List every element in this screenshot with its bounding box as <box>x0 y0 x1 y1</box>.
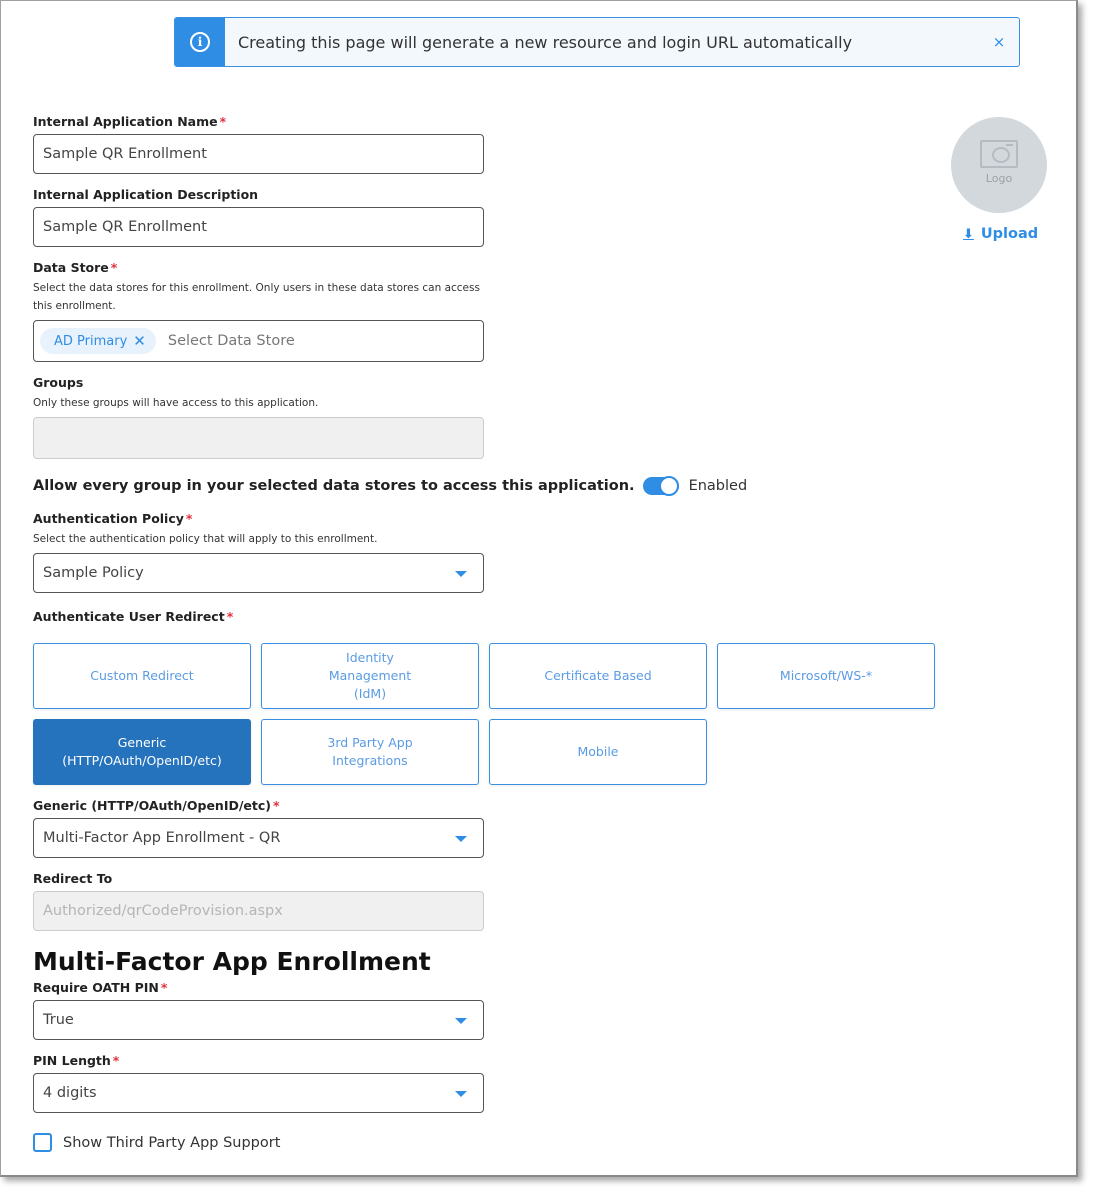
chip-label: AD Primary <box>54 333 128 349</box>
logo-text: Logo <box>985 171 1013 185</box>
auth-policy-label: Authentication Policy * <box>33 511 192 526</box>
redirect-label-text: Authenticate User Redirect <box>33 609 225 624</box>
toggle-state-label: Enabled <box>688 478 748 494</box>
app-name-label: Internal Application Name * <box>33 114 226 129</box>
redirect-option-certificate[interactable]: Certificate Based <box>489 643 707 709</box>
upload-label: Upload <box>980 226 1039 242</box>
required-marker: * <box>110 260 118 275</box>
redirect-to-value: Authorized/qrCodeProvision.aspx <box>43 903 283 919</box>
allow-all-groups-label: Allow every group in your selected data … <box>33 478 635 494</box>
logo-placeholder: Logo <box>951 117 1047 213</box>
auth-policy-value: Sample Policy <box>43 565 144 581</box>
chevron-down-icon <box>455 571 467 577</box>
groups-help: Only these groups will have access to th… <box>33 397 319 409</box>
required-marker: * <box>226 609 234 624</box>
redirect-option-mobile[interactable]: Mobile <box>489 719 707 785</box>
data-store-multiselect[interactable]: AD Primary ✕ Select Data Store <box>33 320 484 362</box>
redirect-to-label: Redirect To <box>33 871 113 886</box>
redirect-option-idm[interactable]: Identity Management (IdM) <box>261 643 479 709</box>
app-name-value: Sample QR Enrollment <box>43 146 207 162</box>
data-store-help: Select the data stores for this enrollme… <box>33 282 480 312</box>
required-marker: * <box>219 114 227 129</box>
info-icon-box: i <box>175 18 225 66</box>
allow-all-groups-toggle[interactable] <box>642 476 679 496</box>
require-pin-label: Require OATH PIN * <box>33 980 167 995</box>
redirect-to-input: Authorized/qrCodeProvision.aspx <box>33 891 484 931</box>
remove-chip-icon[interactable]: ✕ <box>133 332 146 350</box>
required-marker: * <box>185 511 193 526</box>
redirect-option-generic[interactable]: Generic (HTTP/OAuth/OpenID/etc) <box>33 719 251 785</box>
close-icon[interactable]: × <box>979 33 1019 51</box>
third-party-checkbox[interactable] <box>33 1133 52 1152</box>
camera-icon <box>980 139 1018 168</box>
groups-input <box>33 417 484 459</box>
app-name-input[interactable]: Sample QR Enrollment <box>33 134 484 174</box>
download-arrow-icon: ⬇ <box>963 226 974 242</box>
pin-length-label-text: PIN Length <box>33 1053 111 1068</box>
pin-length-label: PIN Length * <box>33 1053 119 1068</box>
required-marker: * <box>273 798 280 813</box>
redirect-label: Authenticate User Redirect * <box>33 609 233 624</box>
auth-policy-select[interactable]: Sample Policy <box>33 553 484 593</box>
pin-length-select[interactable]: 4 digits <box>33 1073 484 1113</box>
required-marker: * <box>160 980 168 995</box>
generic-select[interactable]: Multi-Factor App Enrollment - QR <box>33 818 484 858</box>
chevron-down-icon <box>455 1091 467 1097</box>
chevron-down-icon <box>455 836 467 842</box>
app-description-label: Internal Application Description <box>33 187 259 202</box>
app-description-value: Sample QR Enrollment <box>43 219 207 235</box>
pin-length-value: 4 digits <box>43 1085 97 1101</box>
allow-all-groups-row: Allow every group in your selected data … <box>33 476 748 496</box>
toggle-knob <box>658 476 679 496</box>
third-party-label[interactable]: Show Third Party App Support <box>63 1135 280 1151</box>
data-store-label: Data Store * <box>33 260 117 275</box>
app-name-label-text: Internal Application Name <box>33 114 218 129</box>
generic-value: Multi-Factor App Enrollment - QR <box>43 830 281 846</box>
info-icon: i <box>190 32 210 52</box>
app-description-input[interactable]: Sample QR Enrollment <box>33 207 484 247</box>
require-pin-select[interactable]: True <box>33 1000 484 1040</box>
banner-message: Creating this page will generate a new r… <box>238 32 853 52</box>
page-frame: i Creating this page will generate a new… <box>0 0 1078 1177</box>
auth-policy-label-text: Authentication Policy <box>33 511 184 526</box>
auth-policy-help: Select the authentication policy that wi… <box>33 533 378 545</box>
info-banner: i Creating this page will generate a new… <box>174 17 1020 67</box>
redirect-option-microsoft[interactable]: Microsoft/WS-* <box>717 643 935 709</box>
require-pin-value: True <box>43 1012 74 1028</box>
require-pin-label-text: Require OATH PIN <box>33 980 159 995</box>
generic-label: Generic (HTTP/OAuth/OpenID/etc) * <box>33 798 280 813</box>
data-store-placeholder: Select Data Store <box>167 333 295 349</box>
data-store-label-text: Data Store <box>33 260 109 275</box>
required-marker: * <box>112 1053 120 1068</box>
redirect-option-third-party[interactable]: 3rd Party App Integrations <box>261 719 479 785</box>
groups-label: Groups <box>33 375 84 390</box>
generic-label-text: Generic (HTTP/OAuth/OpenID/etc) <box>33 798 271 813</box>
data-store-chip: AD Primary ✕ <box>40 328 156 354</box>
mfa-section-title: Multi-Factor App Enrollment <box>33 947 431 976</box>
upload-button[interactable]: ⬇ Upload <box>963 226 1038 242</box>
chevron-down-icon <box>455 1018 467 1024</box>
redirect-option-custom[interactable]: Custom Redirect <box>33 643 251 709</box>
third-party-row: Show Third Party App Support <box>33 1133 280 1152</box>
